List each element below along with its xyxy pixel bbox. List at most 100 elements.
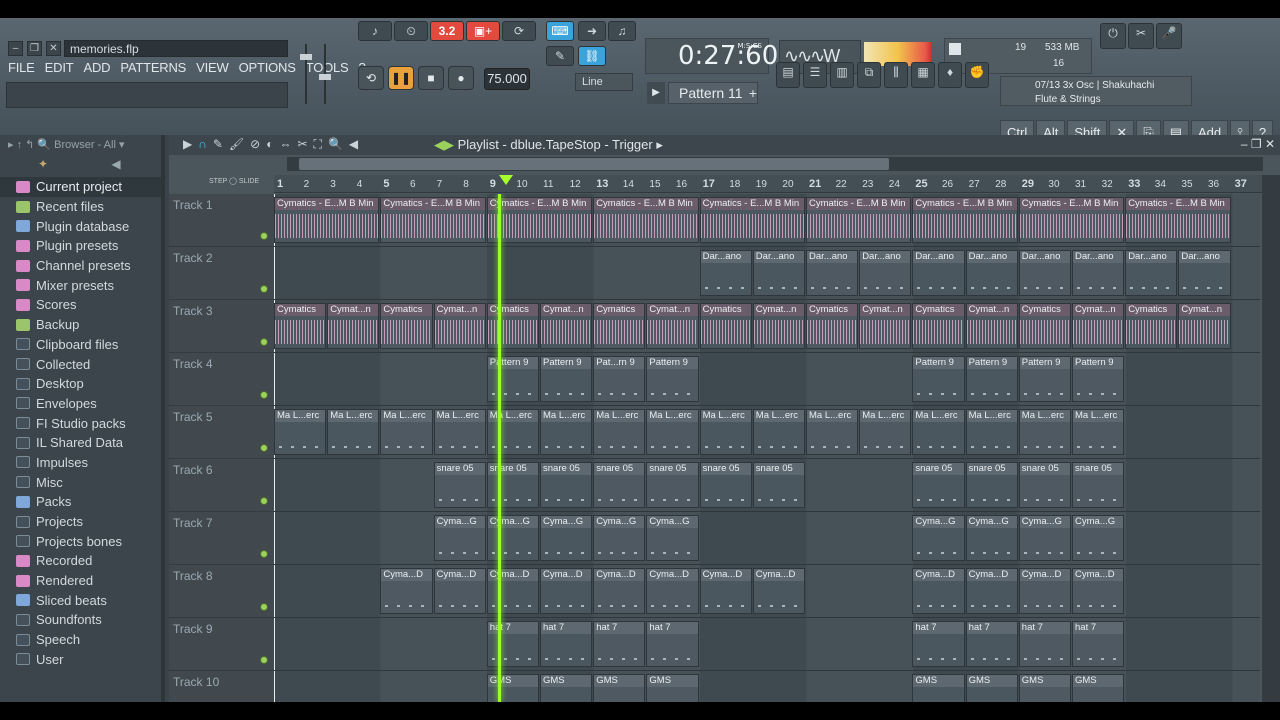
playlist-clip[interactable]: Cymat...n: [646, 303, 699, 349]
track-active-dot[interactable]: [260, 285, 268, 293]
playlist-clip[interactable]: snare 05: [699, 462, 752, 508]
playlist-clip[interactable]: Ma L...erc: [593, 409, 646, 455]
browser-item[interactable]: User: [0, 650, 161, 670]
record-button[interactable]: ●: [448, 66, 474, 90]
playlist-clip[interactable]: GMS: [912, 674, 965, 702]
browser-item[interactable]: Clipboard files: [0, 335, 161, 355]
playlist-clip[interactable]: Pattern 9: [1018, 356, 1071, 402]
wait-icon[interactable]: ⏲: [394, 21, 428, 41]
playlist-clip[interactable]: snare 05: [646, 462, 699, 508]
select-icon[interactable]: ⛶: [314, 137, 322, 152]
playlist-clip[interactable]: hat 7: [646, 621, 699, 667]
playlist-clip[interactable]: Cyma...D: [699, 568, 752, 614]
browser-item[interactable]: Plugin presets: [0, 236, 161, 256]
paint-brush-icon[interactable]: 🖌: [229, 137, 244, 152]
zoom-icon[interactable]: 🔍: [328, 137, 343, 152]
scroll-thumb[interactable]: [299, 158, 889, 170]
playlist-clip[interactable]: Cyma...D: [1018, 568, 1071, 614]
playlist-clip[interactable]: Cyma...D: [593, 568, 646, 614]
playlist-clip[interactable]: Cyma...D: [486, 568, 539, 614]
paint-icon[interactable]: ✎: [546, 46, 574, 66]
playlist-clip[interactable]: snare 05: [1018, 462, 1071, 508]
playlist-clip[interactable]: Cymatics - E...M B Min: [699, 197, 805, 243]
pause-button[interactable]: ❚❚: [388, 66, 414, 90]
countdown-icon[interactable]: 3.2: [430, 21, 464, 41]
track-active-dot[interactable]: [260, 550, 268, 558]
timeline-ruler[interactable]: 1 2 3 4 5 6 7 8 9 10 11 12 13 14 15 16 17 18 19 20 21 22 23 24 2…: [274, 175, 1266, 193]
delete-tool-icon[interactable]: ⊘: [250, 137, 260, 152]
playlist-clip[interactable]: Cyma...G: [1072, 515, 1125, 561]
playlist-clip[interactable]: Ma L...erc: [380, 409, 433, 455]
browser-item[interactable]: Envelopes: [0, 394, 161, 414]
browser-item[interactable]: Collected: [0, 354, 161, 374]
playlist-clip[interactable]: Pattern 9: [486, 356, 539, 402]
track-header[interactable]: Track 4: [169, 353, 274, 406]
playlist-clip[interactable]: Ma L...erc: [699, 409, 752, 455]
playlist-clip[interactable]: snare 05: [752, 462, 805, 508]
playlist-clip[interactable]: GMS: [1072, 674, 1125, 702]
browser-item[interactable]: Recorded: [0, 551, 161, 571]
track-active-dot[interactable]: [260, 338, 268, 346]
browser-icon[interactable]: ⧉: [857, 62, 881, 88]
playlist-clip[interactable]: Cymatics - E...M B Min: [1018, 197, 1125, 243]
playlist-clip[interactable]: Dar...ano: [859, 250, 912, 296]
playlist-clip[interactable]: hat 7: [965, 621, 1018, 667]
playlist-clip[interactable]: Pat...rn 9: [593, 356, 646, 402]
arrangement-arrows-icon[interactable]: ◀▶: [434, 137, 454, 152]
playlist-clip[interactable]: Cymat...n: [752, 303, 805, 349]
pattern-prev-icon[interactable]: ▶: [647, 82, 665, 104]
playlist-clip[interactable]: GMS: [593, 674, 646, 702]
playlist-clip[interactable]: snare 05: [965, 462, 1018, 508]
track-active-dot[interactable]: [260, 603, 268, 611]
step-edit-icon[interactable]: ▣+: [466, 21, 500, 41]
restore-icon[interactable]: ❐: [27, 41, 42, 56]
playlist-clip[interactable]: Cyma...D: [540, 568, 593, 614]
playlist-clip[interactable]: Cymatics - E...M B Min: [806, 197, 912, 243]
plugin-picker-icon[interactable]: ▦: [911, 62, 935, 88]
playlist-clip[interactable]: Cyma...G: [540, 515, 593, 561]
playlist-clip[interactable]: Dar...ano: [699, 250, 752, 296]
mute-tool-icon[interactable]: ◐: [266, 137, 273, 152]
browser-item[interactable]: Impulses: [0, 453, 161, 473]
playlist-clip[interactable]: Cyma...D: [646, 568, 699, 614]
typing-keyboard-icon[interactable]: ⌨: [546, 21, 574, 41]
stop-button[interactable]: ■: [418, 66, 444, 90]
browser-item[interactable]: IL Shared Data: [0, 433, 161, 453]
add-pattern-icon[interactable]: +: [746, 82, 760, 104]
playlist-clip[interactable]: Cyma...G: [912, 515, 965, 561]
microphone-icon[interactable]: 🎤: [1156, 23, 1182, 49]
playlist-clip[interactable]: Cyma...D: [912, 568, 965, 614]
playlist-clip[interactable]: Pattern 9: [540, 356, 593, 402]
playlist-clip[interactable]: Ma L...erc: [859, 409, 912, 455]
loop-record-icon[interactable]: ⟳: [502, 21, 536, 41]
playback-icon[interactable]: ◀: [349, 137, 358, 152]
playlist-clip[interactable]: Cymat...n: [1178, 303, 1231, 349]
playlist-clip[interactable]: Ma L...erc: [646, 409, 699, 455]
playlist-clip[interactable]: hat 7: [486, 621, 539, 667]
playlist-clip[interactable]: Cyma...G: [433, 515, 486, 561]
playlist-clip[interactable]: Cymatics - E...M B Min: [486, 197, 593, 243]
slice-icon[interactable]: ✂: [297, 137, 307, 152]
browser-item[interactable]: Sliced beats: [0, 590, 161, 610]
tools-icon[interactable]: ✂: [1128, 23, 1154, 49]
playlist-clip[interactable]: Cymatics: [699, 303, 752, 349]
playlist-clip[interactable]: snare 05: [1072, 462, 1125, 508]
playlist-clip[interactable]: GMS: [486, 674, 539, 702]
browser-item[interactable]: Speech: [0, 630, 161, 650]
playlist-clip[interactable]: Dar...ano: [1018, 250, 1071, 296]
menu-edit[interactable]: EDIT: [45, 60, 74, 80]
track-active-dot[interactable]: [260, 232, 268, 240]
playlist-clip[interactable]: Dar...ano: [1125, 250, 1178, 296]
playlist-clip[interactable]: Cymatics: [274, 303, 327, 349]
playlist-clip[interactable]: Dar...ano: [752, 250, 805, 296]
playlist-clip[interactable]: Cymatics - E...M B Min: [1125, 197, 1231, 243]
playlist-clip[interactable]: Cyma...G: [486, 515, 539, 561]
playlist-icon[interactable]: ▤: [776, 62, 800, 88]
playlist-clip[interactable]: Cymatics: [1018, 303, 1071, 349]
playlist-clip[interactable]: Cymat...n: [540, 303, 593, 349]
playlist-clip[interactable]: Cymatics: [380, 303, 433, 349]
playlist-clip[interactable]: Ma L...erc: [433, 409, 486, 455]
playlist-clip[interactable]: GMS: [540, 674, 593, 702]
playlist-clip[interactable]: Cymat...n: [1072, 303, 1125, 349]
master-volume-slider[interactable]: [300, 40, 340, 110]
